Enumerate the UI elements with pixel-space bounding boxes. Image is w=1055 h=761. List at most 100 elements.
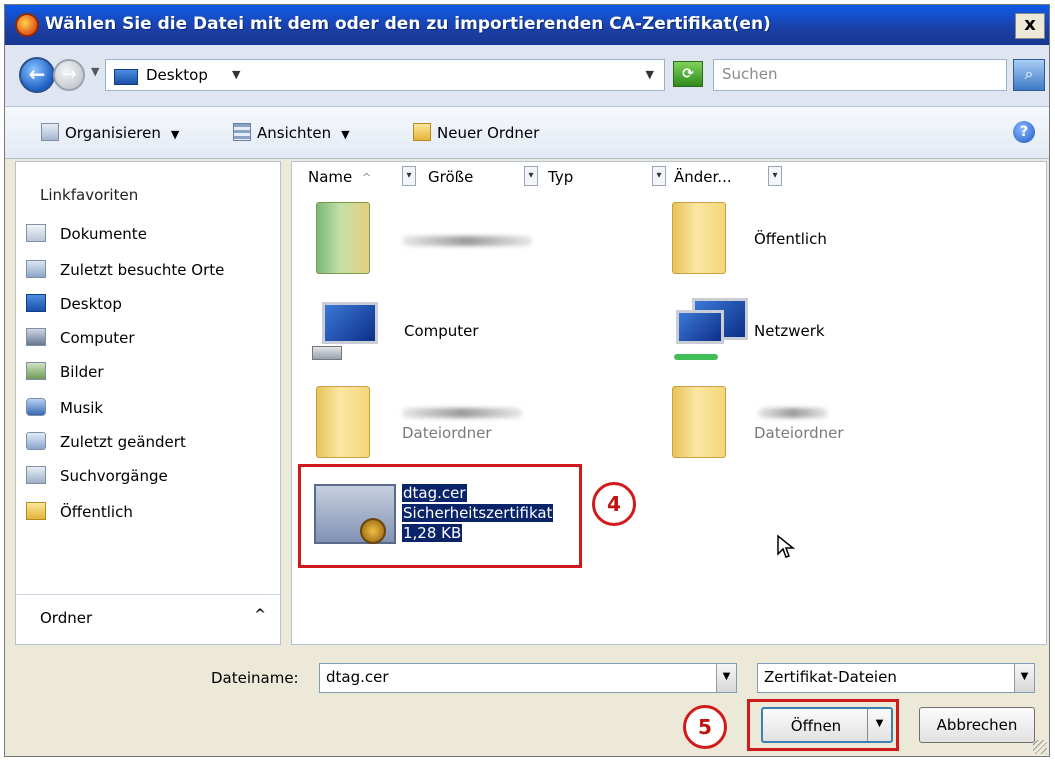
close-button[interactable]: x: [1015, 13, 1045, 39]
highlight-box-step4: [298, 464, 582, 568]
network-cable-shape: [674, 354, 718, 360]
filename-dropdown-icon[interactable]: ▼: [716, 664, 736, 692]
sidebar-item-label: Öffentlich: [60, 503, 133, 521]
new-folder-icon: [413, 123, 431, 141]
network-icon: [670, 298, 748, 360]
step-4-marker: 4: [592, 482, 636, 526]
navigation-pane: Linkfavoriten Dokumente Zuletzt besuchte…: [15, 161, 281, 645]
views-menu[interactable]: Ansichten ▼: [233, 123, 350, 142]
back-button[interactable]: ←: [19, 57, 55, 93]
highlight-box-step5: [747, 699, 899, 751]
user-folder-icon: [316, 202, 370, 274]
views-label: Ansichten: [257, 124, 332, 142]
location-combobox[interactable]: Desktop ▼ ▼: [105, 59, 665, 91]
step-5-marker: 5: [683, 705, 727, 749]
pictures-icon: [26, 362, 46, 380]
column-filter-name[interactable]: ▾: [402, 166, 416, 186]
sidebar-item-documents[interactable]: Dokumente: [26, 224, 147, 248]
sidebar-item-computer[interactable]: Computer: [26, 328, 135, 352]
redacted-name: [758, 408, 828, 418]
column-type[interactable]: Typ: [548, 168, 573, 186]
location-text: Desktop: [146, 66, 208, 84]
filetype-select[interactable]: Zertifikat-Dateien ▼: [757, 663, 1035, 693]
column-size[interactable]: Größe: [428, 168, 473, 186]
favorite-links-heading: Linkfavoriten: [40, 186, 139, 204]
monitor-shape: [322, 302, 378, 344]
location-dropdown-icon[interactable]: ▼: [646, 68, 654, 81]
sidebar-item-label: Musik: [60, 399, 104, 417]
desktop-icon: [26, 294, 46, 312]
chevron-down-icon: ▼: [170, 128, 180, 141]
sidebar-item-label: Desktop: [60, 295, 122, 313]
item-name: Netzwerk: [754, 322, 825, 340]
searches-icon: [26, 466, 46, 484]
sidebar-item-label: Zuletzt geändert: [60, 433, 186, 451]
filename-input[interactable]: dtag.cer ▼: [319, 663, 737, 693]
sidebar-item-searches[interactable]: Suchvorgänge: [26, 466, 168, 490]
monitor-shape: [676, 310, 724, 344]
sidebar-item-music[interactable]: Musik: [26, 398, 103, 422]
filename-label: Dateiname:: [211, 669, 299, 687]
mouse-cursor-icon: [777, 534, 796, 558]
folders-label: Ordner: [40, 609, 93, 627]
filename-value: dtag.cer: [326, 668, 389, 686]
file-open-dialog: Wählen Sie die Datei mit dem oder den zu…: [4, 4, 1050, 757]
sidebar-item-public[interactable]: Öffentlich: [26, 502, 133, 526]
history-dropdown-icon[interactable]: ▼: [91, 65, 99, 78]
item-type: Dateiordner: [754, 424, 844, 442]
help-icon[interactable]: ?: [1013, 121, 1035, 143]
organize-label: Organisieren: [65, 124, 161, 142]
computer-icon: [312, 302, 382, 360]
breadcrumb-chevron-icon[interactable]: ▼: [232, 68, 240, 81]
column-modified[interactable]: Änder...: [674, 168, 732, 186]
forward-button[interactable]: →: [53, 59, 85, 91]
folders-toggle[interactable]: Ordner ^: [16, 594, 280, 644]
column-filter-modified[interactable]: ▾: [768, 166, 782, 186]
redacted-name: [402, 408, 522, 418]
item-name: Computer: [404, 322, 479, 340]
app-icon: [15, 13, 39, 37]
dialog-title: Wählen Sie die Datei mit dem oder den zu…: [45, 14, 771, 34]
sidebar-item-pictures[interactable]: Bilder: [26, 362, 104, 386]
filetype-dropdown-icon[interactable]: ▼: [1014, 664, 1034, 692]
item-name: Öffentlich: [754, 230, 827, 248]
column-filter-size[interactable]: ▾: [524, 166, 538, 186]
refresh-button[interactable]: ⟳: [673, 61, 703, 87]
redacted-name: [402, 236, 532, 246]
sort-ascending-icon: ^: [362, 171, 372, 184]
views-icon: [233, 123, 251, 141]
sidebar-item-recently-changed[interactable]: Zuletzt geändert: [26, 432, 186, 456]
command-toolbar: Organisieren ▼ Ansichten ▼ Neuer Ordner ?: [5, 107, 1049, 159]
column-filter-type[interactable]: ▾: [652, 166, 666, 186]
sidebar-item-label: Suchvorgänge: [60, 467, 168, 485]
sidebar-item-label: Zuletzt besuchte Orte: [60, 261, 225, 279]
search-input[interactable]: Suchen: [713, 59, 1007, 91]
sidebar-item-label: Computer: [60, 329, 135, 347]
address-bar: ← → ▼ Desktop ▼ ▼ ⟳ Suchen ⌕: [5, 45, 1049, 107]
folder-icon: [672, 386, 726, 458]
folder-icon: [672, 202, 726, 274]
sidebar-item-desktop[interactable]: Desktop: [26, 294, 122, 318]
recent-places-icon: [26, 260, 46, 278]
new-folder-button[interactable]: Neuer Ordner: [413, 123, 539, 142]
chevron-down-icon: ▼: [341, 128, 350, 141]
column-name[interactable]: Name: [308, 168, 352, 186]
resize-grip[interactable]: [1033, 740, 1047, 754]
desktop-icon: [114, 69, 138, 85]
music-icon: [26, 398, 46, 416]
cancel-button[interactable]: Abbrechen: [919, 707, 1035, 743]
computer-icon: [26, 328, 46, 346]
documents-icon: [26, 224, 46, 242]
folder-icon: [316, 386, 370, 458]
sidebar-item-label: Dokumente: [60, 225, 147, 243]
title-bar: Wählen Sie die Datei mit dem oder den zu…: [5, 5, 1049, 45]
item-type: Dateiordner: [402, 424, 492, 442]
filetype-value: Zertifikat-Dateien: [764, 668, 897, 686]
organize-menu[interactable]: Organisieren ▼: [41, 123, 179, 142]
column-header: Name ^ ▾ Größe ▾ Typ ▾ Änder... ▾: [292, 162, 1046, 192]
search-button[interactable]: ⌕: [1013, 59, 1045, 91]
computer-base-shape: [312, 346, 342, 360]
organize-icon: [41, 123, 59, 141]
sidebar-item-recent-places[interactable]: Zuletzt besuchte Orte: [26, 260, 224, 284]
new-folder-label: Neuer Ordner: [437, 124, 540, 142]
